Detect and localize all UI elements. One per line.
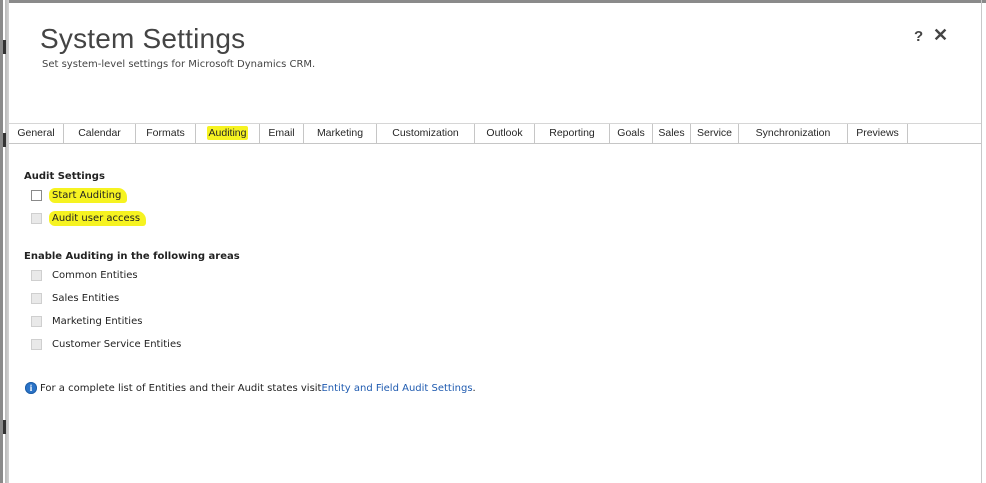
customer-service-entities-label: Customer Service Entities	[52, 339, 182, 350]
marketing-entities-checkbox[interactable]	[31, 316, 42, 327]
window-left-edge	[0, 0, 9, 483]
common-entities-checkbox[interactable]	[31, 270, 42, 281]
edge-mark	[3, 133, 6, 147]
window-right-edge	[981, 0, 982, 483]
info-icon: i	[25, 382, 37, 394]
tab-label: Reporting	[549, 127, 595, 139]
customer-service-entities-checkbox[interactable]	[31, 339, 42, 350]
tab-service[interactable]: Service	[691, 124, 739, 143]
auditing-areas-section: Enable Auditing in the following areas C…	[24, 251, 240, 356]
tab-label: Calendar	[78, 127, 121, 139]
tab-label: Goals	[617, 127, 645, 139]
tab-label: Auditing	[206, 126, 249, 140]
tab-label: Outlook	[486, 127, 523, 139]
audit-info-note: i For a complete list of Entities and th…	[25, 382, 476, 394]
tab-email[interactable]: Email	[260, 124, 304, 143]
tab-label: General	[17, 127, 55, 139]
tab-auditing[interactable]: Auditing	[196, 124, 260, 143]
tab-label: Formats	[146, 127, 185, 139]
tab-customization[interactable]: Customization	[377, 124, 475, 143]
help-icon[interactable]: ?	[914, 27, 923, 47]
close-icon[interactable]: ✕	[933, 25, 948, 45]
common-entities-label: Common Entities	[52, 270, 138, 281]
tab-label: Synchronization	[755, 127, 831, 139]
tab-label: Email	[268, 127, 295, 139]
page-title: System Settings	[40, 23, 246, 54]
tab-synchronization[interactable]: Synchronization	[739, 124, 848, 143]
tab-label: Marketing	[316, 127, 364, 139]
tab-reporting[interactable]: Reporting	[535, 124, 610, 143]
system-settings-dialog: System Settings Set system-level setting…	[9, 3, 981, 483]
entity-field-audit-settings-link[interactable]: Entity and Field Audit Settings	[321, 383, 472, 394]
tab-label: Sales	[658, 127, 685, 139]
auditing-areas-heading: Enable Auditing in the following areas	[24, 251, 240, 262]
info-suffix: .	[472, 382, 476, 394]
audit-settings-section: Audit Settings Start Auditing Audit user…	[24, 171, 147, 230]
tab-formats[interactable]: Formats	[136, 124, 196, 143]
page-subtitle: Set system-level settings for Microsoft …	[42, 59, 316, 70]
list-item: Common Entities	[24, 264, 240, 287]
tab-label: Service	[696, 127, 732, 139]
list-item: Customer Service Entities	[24, 333, 240, 356]
edge-mark	[3, 40, 6, 54]
tab-marketing[interactable]: Marketing	[304, 124, 377, 143]
tab-sales[interactable]: Sales	[653, 124, 691, 143]
tab-general[interactable]: General	[9, 124, 64, 143]
tab-label: Customization	[392, 127, 459, 139]
audit-settings-heading: Audit Settings	[24, 171, 105, 182]
sales-entities-label: Sales Entities	[52, 293, 120, 304]
info-text: For a complete list of Entities and thei…	[40, 382, 322, 394]
audit-user-access-row: Audit user access	[24, 207, 147, 230]
tab-outlook[interactable]: Outlook	[475, 124, 535, 143]
tab-calendar[interactable]: Calendar	[64, 124, 136, 143]
audit-user-access-checkbox[interactable]	[31, 213, 42, 224]
edge-mark	[3, 420, 6, 434]
start-auditing-checkbox[interactable]	[31, 190, 42, 201]
tab-label: Previews	[856, 127, 899, 139]
list-item: Marketing Entities	[24, 310, 240, 333]
start-auditing-label[interactable]: Start Auditing	[49, 188, 128, 203]
tab-previews[interactable]: Previews	[848, 124, 908, 143]
marketing-entities-label: Marketing Entities	[52, 316, 143, 327]
sales-entities-checkbox[interactable]	[31, 293, 42, 304]
start-auditing-row: Start Auditing	[24, 184, 146, 207]
settings-tab-bar: General Calendar Formats Auditing Email …	[9, 123, 981, 144]
tab-goals[interactable]: Goals	[610, 124, 653, 143]
list-item: Sales Entities	[24, 287, 240, 310]
audit-user-access-label: Audit user access	[49, 211, 147, 226]
